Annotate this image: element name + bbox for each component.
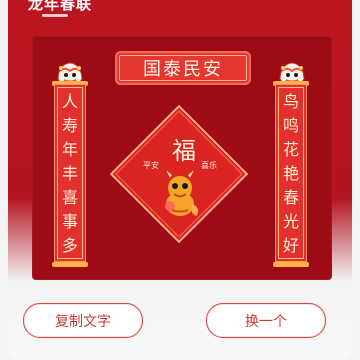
left-couplet-char: 人 xyxy=(61,92,78,111)
left-couplet: 人 寿 年 丰 喜 事 多 xyxy=(54,84,86,262)
left-couplet-text: 人 寿 年 丰 喜 事 多 xyxy=(54,92,86,256)
left-couplet-char: 寿 xyxy=(61,116,78,135)
right-couplet-text: 鸟 鸣 花 艳 春 光 好 xyxy=(275,92,307,256)
right-couplet-char: 春 xyxy=(282,188,299,207)
right-couplet: 鸟 鸣 花 艳 春 光 好 xyxy=(275,84,307,262)
left-couplet-char: 多 xyxy=(61,236,78,255)
change-one-button[interactable]: 换一个 xyxy=(206,303,326,338)
page-title: 龙年春联 xyxy=(28,0,93,13)
left-couplet-char: 丰 xyxy=(61,164,78,183)
dragon-mascot-icon xyxy=(152,166,208,222)
right-couplet-char: 鸣 xyxy=(282,116,299,135)
left-couplet-char: 年 xyxy=(61,140,78,159)
title-underline xyxy=(42,14,68,17)
left-couplet-char: 喜 xyxy=(61,188,78,207)
right-couplet-char: 艳 xyxy=(282,164,299,183)
left-couplet-char: 事 xyxy=(61,212,78,231)
fu-character: 福 xyxy=(172,137,196,165)
horizontal-banner: 国泰民安 xyxy=(115,51,251,85)
couplet-rod xyxy=(52,262,88,267)
couplet-rod xyxy=(273,262,309,267)
right-couplet-char: 光 xyxy=(282,212,299,231)
copy-text-button[interactable]: 复制文字 xyxy=(23,303,143,338)
right-couplet-char: 鸟 xyxy=(282,92,299,111)
right-couplet-char: 花 xyxy=(282,140,299,159)
right-couplet-char: 好 xyxy=(282,236,299,255)
